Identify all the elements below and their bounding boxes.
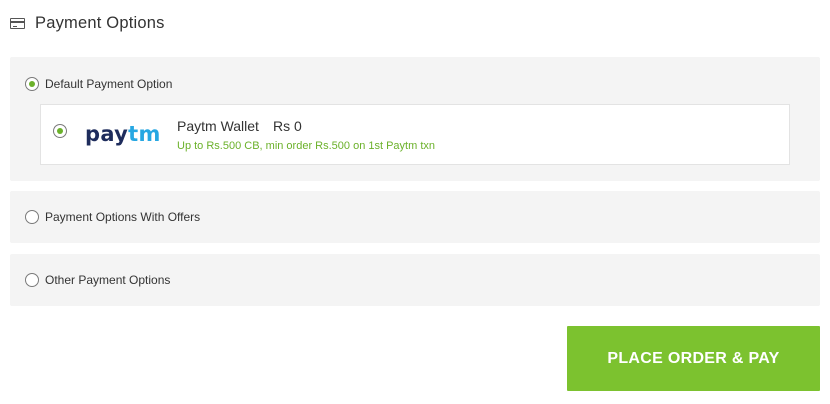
default-payment-option-radio[interactable] [25, 77, 39, 91]
other-payment-section[interactable]: Other Payment Options [10, 254, 820, 306]
default-payment-section: Default Payment Option paytm Paytm Walle… [10, 57, 820, 181]
offers-payment-option-radio[interactable] [25, 210, 39, 224]
wallet-balance: Rs 0 [272, 118, 302, 134]
other-payment-option-label: Other Payment Options [45, 273, 171, 287]
payment-options-header: Payment Options [10, 14, 165, 33]
wallet-offer-text: Up to Rs.500 CB, min order Rs.500 on 1st… [177, 140, 436, 152]
page-title: Payment Options [35, 14, 165, 32]
paytm-wallet-radio[interactable] [53, 124, 67, 138]
wallet-name-line: Paytm Wallet Rs 0 [177, 118, 302, 134]
place-order-and-pay-button[interactable]: PLACE ORDER & PAY [567, 326, 820, 391]
offers-payment-option-label: Payment Options With Offers [45, 210, 201, 224]
default-payment-option-radio-row[interactable]: Default Payment Option [25, 77, 172, 91]
other-payment-option-radio[interactable] [25, 273, 39, 287]
paytm-wallet-option[interactable]: paytm Paytm Wallet Rs 0 Up to Rs.500 CB, … [40, 104, 790, 165]
credit-card-icon [10, 18, 25, 29]
wallet-name: Paytm Wallet [177, 118, 259, 134]
offers-payment-option-radio-row[interactable]: Payment Options With Offers [25, 210, 200, 224]
other-payment-option-radio-row[interactable]: Other Payment Options [25, 273, 170, 287]
default-payment-option-label: Default Payment Option [45, 77, 173, 91]
offers-payment-section[interactable]: Payment Options With Offers [10, 191, 820, 243]
paytm-logo: paytm [85, 122, 161, 146]
